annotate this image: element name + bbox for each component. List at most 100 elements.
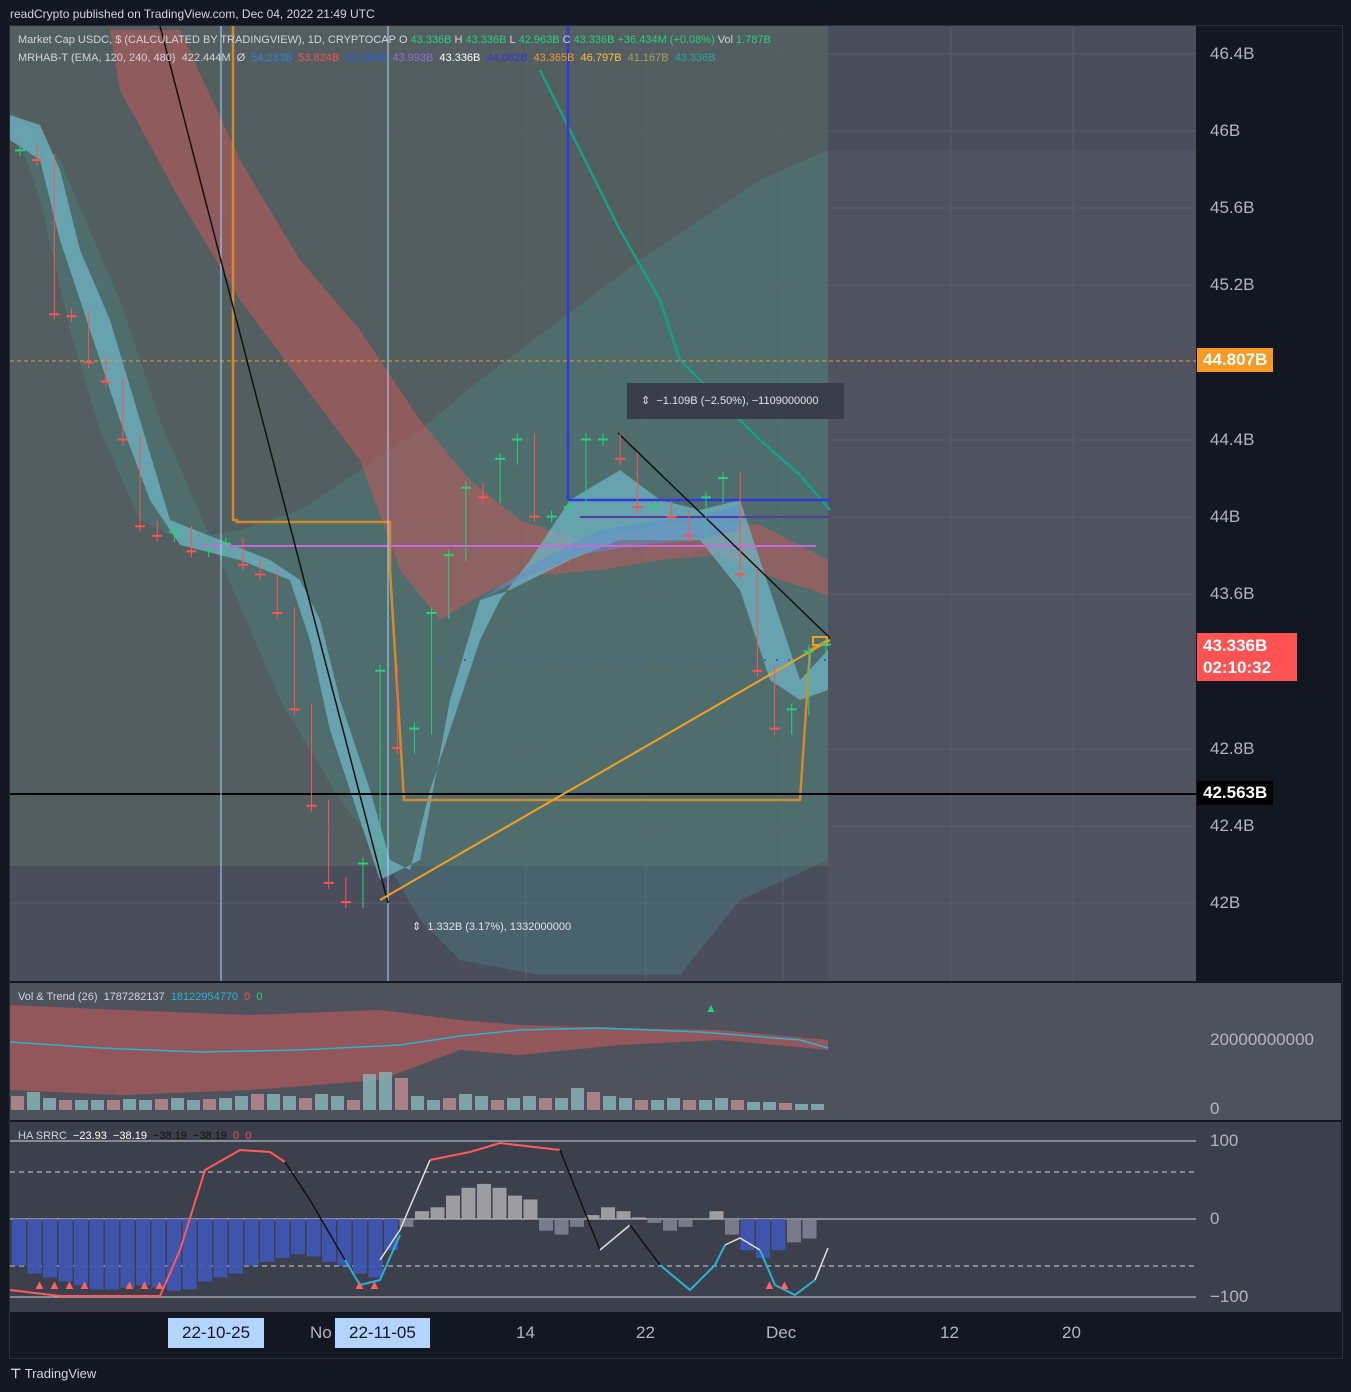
osc-bar: [523, 1199, 538, 1219]
legend-c-label: C: [562, 34, 571, 46]
osc-bar: [663, 1219, 677, 1231]
osc-bar: [461, 1187, 476, 1219]
mrhab-v1: 422.444M: [181, 52, 231, 64]
volume-bar: [11, 1096, 24, 1110]
volume-bar: [635, 1100, 648, 1110]
date-label-2: 22-11-05: [335, 1318, 430, 1348]
volume-bar: [219, 1098, 232, 1110]
osc-bar: [771, 1219, 786, 1251]
osc-bar: [27, 1219, 42, 1274]
osc-bar: [508, 1195, 522, 1219]
volume-bar: [747, 1102, 760, 1110]
volume-bar: [603, 1096, 616, 1110]
volume-bar: [347, 1100, 360, 1110]
price-tick: 46B: [1210, 121, 1241, 140]
time-tick: 22: [636, 1323, 655, 1342]
osc-bar: [43, 1219, 57, 1278]
mrhab-v8: 43.365B: [533, 52, 575, 64]
time-tick: Dec: [766, 1323, 797, 1342]
svg-text:▲: ▲: [763, 1277, 776, 1292]
osc-bar: [260, 1219, 274, 1262]
volume-bar: [523, 1096, 536, 1110]
volume-bar: [507, 1098, 520, 1110]
mrhab-v3: 53.824B: [298, 52, 340, 64]
svg-text:▲: ▲: [153, 1277, 166, 1292]
osc-bar: [291, 1219, 305, 1255]
measure-icon: ⇕: [641, 395, 657, 407]
srrc-f: 0: [245, 1130, 252, 1142]
tradingview-logo[interactable]: ⊤ TradingView: [10, 1366, 96, 1382]
measure-box-top[interactable]: ⇕ −1.109B (−2.50%), −1109000000: [627, 383, 844, 419]
osc-bar: [430, 1207, 445, 1219]
price-tick: 42.4B: [1210, 816, 1255, 835]
volume-bar: [571, 1088, 584, 1110]
osc-bar: [136, 1219, 150, 1286]
osc-bar: [601, 1207, 615, 1219]
time-tick: 14: [516, 1323, 535, 1342]
legend-h-label: H: [454, 34, 463, 46]
tv-logo-text: TradingView: [24, 1366, 97, 1381]
volume-bar: [107, 1100, 120, 1110]
osc-bar: [756, 1219, 770, 1258]
legend-main: Market Cap USDC, $ (CALCULATED BY TRADIN…: [18, 34, 774, 46]
current-price-label: 43.336B 02:10:32: [1197, 633, 1297, 681]
date-label-1: 22-10-25: [168, 1318, 265, 1348]
mrhab-name: MRHAB-T (EMA, 120, 240, 480): [18, 52, 176, 64]
osc-bar: [198, 1219, 212, 1282]
volume-bar: [587, 1092, 600, 1110]
mrhab-v2: 54.233B: [251, 52, 293, 64]
mrhab-v7: 44.082B: [486, 52, 528, 64]
volume-bar: [763, 1102, 776, 1110]
volume-bar: [539, 1098, 552, 1110]
svg-text:▲: ▲: [368, 1277, 381, 1292]
legend-l: 42.963B: [518, 34, 560, 46]
osc-bar: [12, 1219, 26, 1266]
legend-o-label: O: [398, 34, 408, 46]
svg-text:▲: ▲: [48, 1277, 61, 1292]
volume-bar: [459, 1094, 472, 1110]
volume-bar: [395, 1078, 408, 1110]
chart-canvas[interactable]: ▲ ▲ ▲ ▲ ▲ ▲ ▲ ▲ ▲ ▲ ▲ ▲: [0, 0, 1351, 1392]
right-zone: [828, 150, 1196, 981]
volume-bar: [139, 1100, 152, 1110]
volume-bar: [155, 1099, 168, 1110]
price-tick: 44B: [1210, 507, 1241, 526]
countdown: 02:10:32: [1203, 658, 1272, 677]
volume-bar: [427, 1100, 440, 1110]
measure-box-bottom[interactable]: ⇕ 1.332B (3.17%), 1332000000: [412, 920, 571, 933]
osc-bar: [415, 1211, 429, 1219]
volume-bar: [315, 1094, 328, 1110]
legend-vol-trend: Vol & Trend (26) 1787282137 18122954770 …: [18, 991, 265, 1003]
legend-ha-srrc: HA SRRC −23.93 −38.19 −38.19 −38.19 0 0: [18, 1130, 254, 1142]
osc-bar: [647, 1219, 662, 1223]
osc-axis-mid: 0: [1210, 1209, 1220, 1228]
vol-trend-b: 18122954770: [170, 991, 239, 1003]
volume-bar: [251, 1094, 264, 1110]
volume-bar: [91, 1100, 104, 1110]
osc-bar: [709, 1211, 724, 1219]
volume-bar: [363, 1074, 376, 1110]
mrhab-v6: 43.336B: [439, 52, 481, 64]
price-tick: 44.4B: [1210, 430, 1255, 449]
osc-bar: [632, 1217, 646, 1219]
osc-bar: [787, 1219, 801, 1243]
osc-pane: [10, 1122, 1341, 1312]
osc-bar: [802, 1219, 817, 1239]
volume-bar: [267, 1094, 280, 1110]
volume-bar: [731, 1100, 744, 1110]
srrc-b: −38.19: [112, 1130, 147, 1142]
mrhab-v9: 46.797B: [580, 52, 622, 64]
osc-bar: [570, 1219, 584, 1227]
legend-vol-label: Vol: [717, 34, 734, 46]
osc-axis-top: 100: [1210, 1131, 1239, 1150]
legend-l-label: L: [509, 34, 516, 46]
volume-bar: [811, 1104, 824, 1110]
vol-trend-c: 0: [244, 991, 251, 1003]
volume-bar: [411, 1096, 424, 1110]
mrhab-v5: 43.993B: [392, 52, 434, 64]
srrc-d: −38.19: [193, 1130, 227, 1142]
osc-bar: [725, 1219, 739, 1235]
osc-bar: [244, 1219, 259, 1266]
support-price-label: 42.563B: [1197, 781, 1274, 805]
osc-bar: [353, 1219, 367, 1274]
